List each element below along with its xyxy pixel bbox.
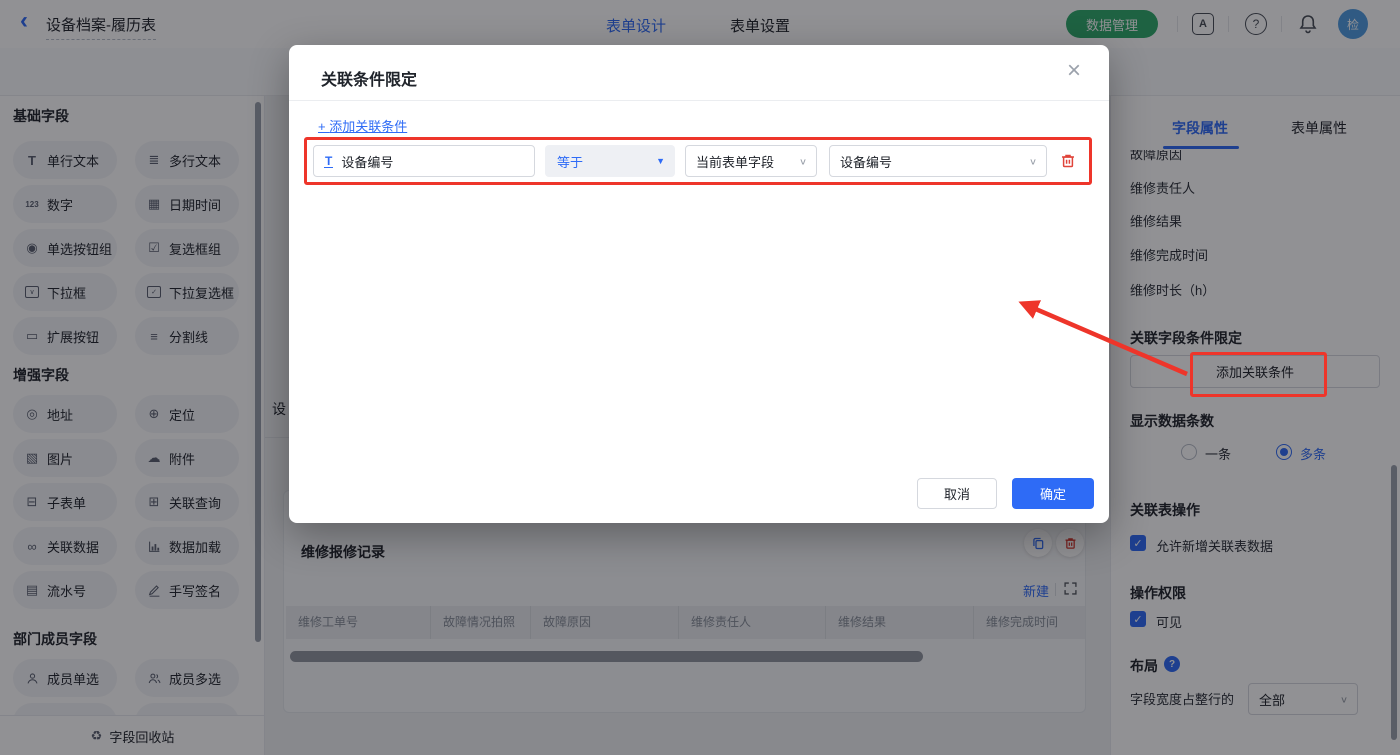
operator-select[interactable]: 等于 ▼: [545, 145, 675, 177]
condition-modal: 关联条件限定 × + 添加关联条件 T 设备编号 等于 ▼ 当前表单字段 ∨ 设…: [289, 45, 1109, 523]
close-icon[interactable]: ×: [1067, 59, 1081, 83]
plus-icon: +: [318, 119, 329, 134]
source-select[interactable]: 当前表单字段 ∨: [685, 145, 817, 177]
modal-add-condition-link[interactable]: + 添加关联条件: [318, 116, 407, 135]
cancel-button[interactable]: 取消: [917, 478, 997, 509]
triangle-down-icon: ▼: [656, 156, 675, 166]
chevron-down-icon: ∨: [799, 156, 816, 166]
trash-icon: [1059, 152, 1077, 170]
annotation-box-add-condition: [1190, 352, 1327, 397]
modal-title: 关联条件限定: [321, 66, 417, 90]
chevron-down-icon: ∨: [1029, 156, 1046, 166]
app: ‹ 设备档案-履历表 表单设计 表单设置 数据管理 A ? 检 ⊘ 表单外链 ∿…: [0, 0, 1400, 755]
modal-header-divider: [289, 100, 1109, 101]
target-select[interactable]: 设备编号 ∨: [829, 145, 1047, 177]
annotation-arrow: [1000, 288, 1200, 388]
delete-condition-button[interactable]: [1059, 152, 1077, 173]
confirm-button[interactable]: 确定: [1012, 478, 1094, 509]
text-field-icon: T: [324, 155, 333, 168]
condition-field-input[interactable]: T 设备编号: [313, 145, 535, 177]
